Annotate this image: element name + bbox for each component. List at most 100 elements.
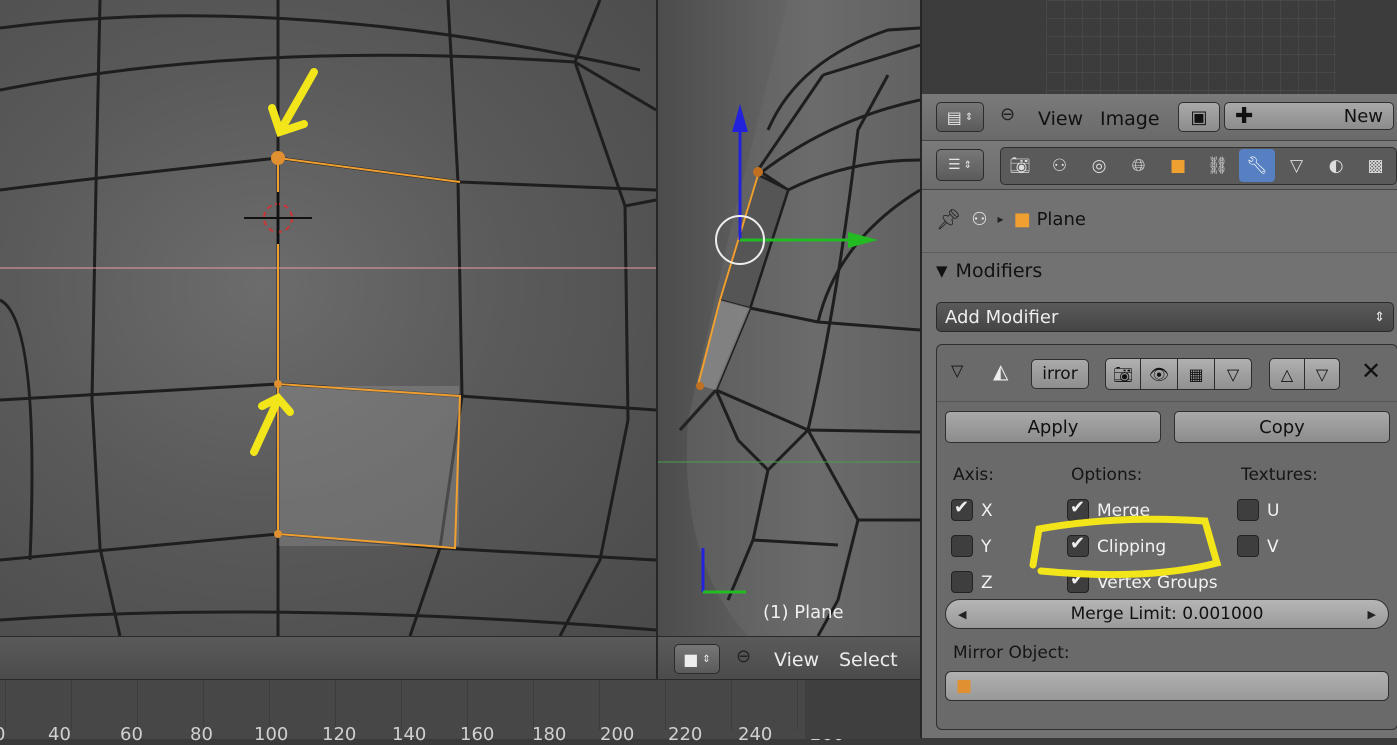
- timeline-frame-label: 60: [120, 724, 143, 745]
- texture-u-checkbox[interactable]: [1237, 499, 1259, 521]
- timeline[interactable]: 0406080100120140160180200220240260: [0, 679, 920, 745]
- texture-tab[interactable]: ▩: [1358, 149, 1394, 182]
- image-editor-header: ▤ ⇕ ⊖ View Image ▣ ✚ New: [922, 94, 1397, 141]
- front-viewport[interactable]: [0, 0, 656, 636]
- collapse-icon[interactable]: ⊖: [1000, 104, 1015, 125]
- timeline-frame-label: 80: [190, 724, 213, 745]
- world-icon: 🌐︎: [1131, 155, 1146, 176]
- axis-label: Axis:: [953, 465, 994, 485]
- axis-x-checkbox[interactable]: [951, 497, 973, 521]
- apply-button[interactable]: Apply: [945, 411, 1161, 443]
- timeline-tick: [335, 680, 336, 730]
- modifier-name: irror: [1042, 364, 1078, 384]
- timeline-tick: [797, 680, 798, 730]
- render-layers-tab[interactable]: ⚇: [1042, 149, 1078, 182]
- timeline-tick: [533, 680, 534, 730]
- object-label: (1) Plane: [763, 602, 844, 623]
- collapse-icon[interactable]: ⊖: [736, 646, 751, 667]
- view-menu[interactable]: View: [774, 649, 819, 671]
- arrow-right-icon[interactable]: ▶: [1368, 608, 1376, 621]
- properties-editor: ▤ ⇕ ⊖ View Image ▣ ✚ New ☰ ⇕ 📷︎ ⚇ ◎ 🌐︎ ■ ⛓︎ 🔧︎ ▽ ◐…: [922, 94, 1397, 738]
- timeline-frame-label: 120: [322, 724, 357, 745]
- timeline-frame-label: 220: [668, 724, 703, 745]
- add-modifier-label: Add Modifier: [945, 306, 1059, 328]
- modifier-name-field[interactable]: irror: [1031, 359, 1089, 389]
- cube-icon: ■: [1013, 208, 1031, 230]
- editor-type-button[interactable]: ■ ⇕: [674, 644, 720, 674]
- image-editor-type-button[interactable]: ▤ ⇕: [936, 102, 984, 132]
- timeline-tick: [5, 680, 6, 730]
- timeline-frame-label: 200: [600, 724, 635, 745]
- front-mesh: [0, 0, 656, 636]
- constraints-tab[interactable]: ⛓︎: [1200, 149, 1236, 182]
- collapse-triangle-icon[interactable]: ▽: [951, 361, 963, 380]
- world-tab[interactable]: 🌐︎: [1121, 149, 1157, 182]
- editmode-toggle-button[interactable]: ▦: [1177, 358, 1215, 390]
- timeline-tick: [665, 680, 666, 730]
- modifiers-title: Modifiers: [955, 260, 1043, 282]
- cage-toggle-button[interactable]: ▽: [1214, 358, 1252, 390]
- modifiers-tab[interactable]: 🔧︎: [1239, 149, 1275, 182]
- timeline-frame-label: 140: [392, 724, 427, 745]
- front-viewport-header: [0, 636, 656, 680]
- merge-limit-field[interactable]: ◀ Merge Limit: 0.001000 ▶: [945, 599, 1389, 629]
- triangle-down-icon: ▼: [936, 262, 948, 280]
- timeline-frame-label: 40: [48, 724, 71, 745]
- properties-type-button[interactable]: ☰ ⇕: [936, 149, 984, 181]
- render-tab[interactable]: 📷︎: [1002, 149, 1038, 182]
- scene-tab[interactable]: ◎: [1081, 149, 1117, 182]
- texture-v-checkbox[interactable]: [1237, 535, 1259, 557]
- image-menu[interactable]: Image: [1100, 108, 1160, 130]
- timeline-tick: [203, 680, 204, 730]
- axis-z-label: Z: [981, 573, 993, 593]
- timeline-tick: [137, 680, 138, 730]
- axis-y-label: Y: [981, 537, 992, 557]
- render-toggle-button[interactable]: 📷︎: [1105, 358, 1141, 390]
- arrow-left-icon[interactable]: ◀: [958, 608, 966, 621]
- axis-y-checkbox[interactable]: [951, 535, 973, 557]
- textures-label: Textures:: [1241, 465, 1318, 485]
- timeline-tick: [401, 680, 402, 730]
- modifier-header: ▽ ◭ irror 📷︎ 👁︎ ▦ ▽ △ ▽ ✕: [937, 345, 1397, 402]
- cube-icon: ■: [683, 649, 699, 669]
- side-viewport[interactable]: (1) Plane: [658, 0, 920, 636]
- image-icon: ▤: [946, 107, 962, 127]
- options-label: Options:: [1071, 465, 1143, 485]
- data-tab[interactable]: ▽: [1279, 149, 1315, 182]
- texture-icon: ▩: [1367, 155, 1384, 176]
- updown-icon: ⇕: [964, 111, 974, 123]
- move-up-button[interactable]: △: [1269, 358, 1305, 390]
- pin-icon[interactable]: 📌︎: [936, 207, 961, 231]
- object-tab[interactable]: ■: [1160, 149, 1196, 182]
- view-menu[interactable]: View: [1038, 108, 1083, 130]
- data-icon: ▽: [1289, 155, 1304, 176]
- select-menu[interactable]: Select: [839, 649, 898, 671]
- mirror-object-field[interactable]: ■: [945, 671, 1389, 701]
- viewport-toggle-button[interactable]: 👁︎: [1140, 358, 1178, 390]
- material-tab[interactable]: ◐: [1318, 149, 1354, 182]
- material-icon: ◐: [1328, 155, 1344, 176]
- move-down-button[interactable]: ▽: [1304, 358, 1340, 390]
- browse-image-button[interactable]: ▣: [1178, 102, 1220, 132]
- object-icon: ■: [1169, 155, 1187, 176]
- breadcrumb-object: Plane: [1036, 208, 1086, 230]
- close-icon[interactable]: ✕: [1361, 357, 1381, 385]
- image-editor-area[interactable]: [922, 0, 1397, 94]
- axis-x-label: X: [981, 501, 993, 521]
- plus-icon: ✚: [1235, 103, 1254, 129]
- render-layers-icon: ⚇: [1051, 155, 1068, 176]
- modifiers-panel-header[interactable]: ▼ Modifiers: [936, 260, 1042, 282]
- timeline-tick: [467, 680, 468, 730]
- object-icon: ⚇: [971, 208, 988, 230]
- timeline-tick: [731, 680, 732, 730]
- axis-z-checkbox[interactable]: [951, 571, 973, 593]
- side-viewport-header: ■ ⇕ ⊖ View Select: [658, 636, 920, 680]
- properties-icon: ☰: [948, 157, 961, 173]
- new-image-button[interactable]: ✚ New: [1224, 102, 1394, 130]
- breadcrumb: 📌︎ ⚇ ▸ ■ Plane: [936, 204, 1086, 234]
- add-modifier-dropdown[interactable]: Add Modifier ⇕: [936, 302, 1394, 332]
- copy-button[interactable]: Copy: [1174, 411, 1390, 443]
- texture-v-label: V: [1267, 537, 1279, 557]
- clipping-annotation: [1029, 515, 1222, 579]
- timeline-frame-label: 180: [532, 724, 567, 745]
